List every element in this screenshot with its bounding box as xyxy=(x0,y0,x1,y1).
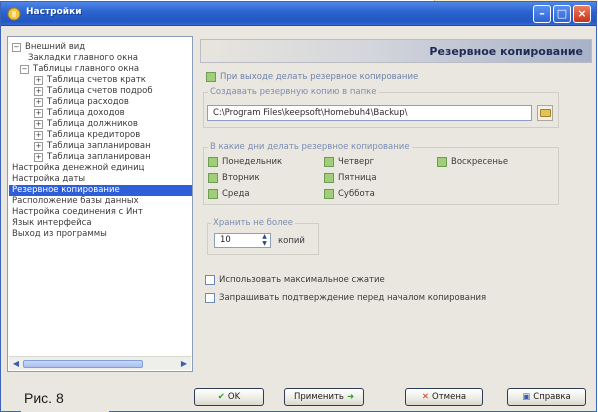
days-group-label: В какие дни делать резервное копирование xyxy=(208,142,412,152)
folder-icon xyxy=(540,109,551,117)
keep-group-label: Хранить не более xyxy=(211,218,295,228)
figure-caption-box: Рис. 8 xyxy=(21,386,109,412)
tree-item[interactable]: Настройка даты xyxy=(12,174,85,185)
tree-item[interactable]: + Таблица доходов xyxy=(34,108,125,119)
close-button[interactable]: × xyxy=(573,5,591,23)
ok-check-icon: ✔ xyxy=(217,392,225,402)
tree-item[interactable]: Настройка денежной единиц xyxy=(12,163,144,174)
sunday-label: Воскресенье xyxy=(451,157,509,167)
tuesday-label: Вторник xyxy=(222,173,260,183)
friday-checkbox[interactable] xyxy=(324,173,334,183)
keep-copies-value: 10 xyxy=(220,235,231,245)
max-compression-label: Использовать максимальное сжатие xyxy=(219,275,385,285)
expand-icon[interactable]: + xyxy=(34,120,43,129)
spin-down-icon[interactable]: ▼ xyxy=(259,241,270,247)
folder-group-label: Создавать резервную копию в папке xyxy=(208,87,379,97)
keep-copies-spinner[interactable]: 10 ▲ ▼ xyxy=(214,233,271,248)
ok-button[interactable]: ✔ OK xyxy=(194,388,264,406)
collapse-icon[interactable]: − xyxy=(12,43,21,52)
tree-item[interactable]: − Таблицы главного окна xyxy=(20,64,139,75)
confirm-before-checkbox[interactable] xyxy=(205,293,215,303)
thursday-checkbox[interactable] xyxy=(324,157,334,167)
wednesday-label: Среда xyxy=(222,189,250,199)
saturday-checkbox[interactable] xyxy=(324,189,334,199)
section-title: Резервное копирование xyxy=(429,45,583,58)
backup-on-exit-label: При выходе делать резервное копирование xyxy=(220,72,419,82)
title-bar[interactable]: Настройки – □ × xyxy=(1,2,596,26)
tree-item[interactable]: Язык интерфейса xyxy=(12,218,92,229)
tree-item[interactable]: + Таблица счетов кратк xyxy=(34,75,146,86)
settings-window: Настройки – □ × − Внешний вид Закладки гл… xyxy=(0,1,597,412)
tree-item[interactable]: + Таблица расходов xyxy=(34,97,129,108)
close-icon: × xyxy=(577,7,587,20)
app-icon xyxy=(7,7,21,21)
backup-folder-field[interactable]: C:\Program Files\keepsoft\Homebuh4\Backu… xyxy=(207,105,532,121)
tree-item[interactable]: + Таблица счетов подроб xyxy=(34,86,153,97)
window-title: Настройки xyxy=(26,7,82,17)
maximize-button[interactable]: □ xyxy=(553,5,571,23)
expand-icon[interactable]: + xyxy=(34,87,43,96)
sunday-checkbox[interactable] xyxy=(437,157,447,167)
tree-item[interactable]: Настройка соединения с Инт xyxy=(12,207,143,218)
settings-tree[interactable]: − Внешний вид Закладки главного окна − Таб… xyxy=(7,36,193,372)
expand-icon[interactable]: + xyxy=(34,76,43,85)
scroll-thumb[interactable] xyxy=(23,360,143,368)
expand-icon[interactable]: + xyxy=(34,98,43,107)
tree-item[interactable]: Закладки главного окна xyxy=(28,53,138,64)
collapse-icon[interactable]: − xyxy=(20,65,29,74)
expand-icon[interactable]: + xyxy=(34,142,43,151)
scroll-right-icon[interactable]: ▶ xyxy=(179,359,189,369)
expand-icon[interactable]: + xyxy=(34,153,43,162)
tree-item[interactable]: + Таблица кредиторов xyxy=(34,130,140,141)
horizontal-scrollbar[interactable]: ◀ ▶ xyxy=(9,356,191,370)
section-header: Резервное копирование xyxy=(200,39,592,63)
figure-caption: Рис. 8 xyxy=(24,390,64,406)
help-book-icon: ▣ xyxy=(522,392,531,402)
friday-label: Пятница xyxy=(338,173,377,183)
maximize-icon: □ xyxy=(556,7,568,20)
max-compression-checkbox[interactable] xyxy=(205,275,215,285)
tree-item[interactable]: Выход из программы xyxy=(12,229,107,240)
expand-icon[interactable]: + xyxy=(34,131,43,140)
apply-arrow-icon: ➜ xyxy=(346,392,355,402)
scroll-left-icon[interactable]: ◀ xyxy=(11,359,21,369)
monday-checkbox[interactable] xyxy=(208,157,218,167)
minimize-button[interactable]: – xyxy=(533,5,551,23)
apply-button[interactable]: Применить ➜ xyxy=(284,388,364,406)
help-button[interactable]: ▣ Справка xyxy=(507,388,586,406)
tree-item-selected[interactable]: Резервное копирование xyxy=(9,185,192,196)
wednesday-checkbox[interactable] xyxy=(208,189,218,199)
browse-folder-button[interactable] xyxy=(537,105,553,121)
tree-item[interactable]: + Таблица запланирован xyxy=(34,152,151,163)
backup-on-exit-checkbox[interactable] xyxy=(206,72,216,82)
thursday-label: Четверг xyxy=(338,157,375,167)
cancel-x-icon: ✕ xyxy=(421,392,430,402)
tuesday-checkbox[interactable] xyxy=(208,173,218,183)
expand-icon[interactable]: + xyxy=(34,109,43,118)
tree-item[interactable]: + Таблица должников xyxy=(34,119,138,130)
tree-item[interactable]: Расположение базы данных xyxy=(12,196,139,207)
keep-unit-label: копий xyxy=(278,236,305,246)
tree-item[interactable]: − Внешний вид xyxy=(12,42,85,53)
confirm-before-label: Запрашивать подтверждение перед началом … xyxy=(219,293,487,303)
monday-label: Понедельник xyxy=(222,157,283,167)
tree-item[interactable]: + Таблица запланирован xyxy=(34,141,151,152)
cancel-button[interactable]: ✕ Отмена xyxy=(405,388,483,406)
minimize-icon: – xyxy=(539,7,545,20)
saturday-label: Суббота xyxy=(338,189,375,199)
